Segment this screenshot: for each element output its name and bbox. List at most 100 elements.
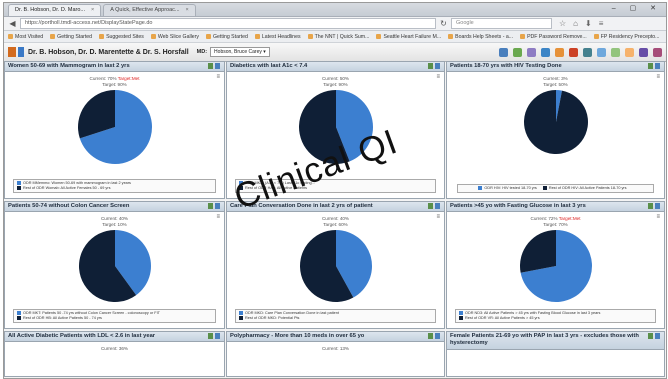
window-controls[interactable]: – ▢ ✕: [612, 4, 662, 12]
panel-controls[interactable]: [428, 333, 442, 339]
expand-icon[interactable]: [655, 63, 660, 69]
panel-title-text: Care Plan Conversation Done in last 2 yr…: [230, 203, 373, 209]
panel-controls[interactable]: [428, 203, 442, 209]
bookmark-item[interactable]: Seattle Heart Failure M...: [376, 34, 441, 40]
bookmark-item[interactable]: Boards Help Sheets - a...: [448, 34, 513, 40]
bookmark-label: FP Residency Precepto...: [600, 33, 660, 40]
toolbar-tool-icon[interactable]: [569, 47, 578, 57]
legend-swatch: [459, 316, 463, 320]
refresh-icon[interactable]: [648, 63, 653, 69]
refresh-icon[interactable]: [208, 203, 213, 209]
toolbar-tool-icon[interactable]: [597, 47, 606, 57]
legend-label: Rest of ODR HIV: All Active Patients 18-…: [548, 186, 627, 190]
bookmark-item[interactable]: PDF Password Remove...: [520, 34, 587, 40]
bookmark-item[interactable]: Getting Started: [206, 34, 248, 40]
panel-controls[interactable]: [648, 333, 662, 339]
panel-controls[interactable]: [648, 63, 662, 69]
refresh-icon[interactable]: [428, 333, 433, 339]
qi-panel: Polypharmacy - More than 10 meds in over…: [226, 331, 445, 377]
refresh-icon[interactable]: [428, 63, 433, 69]
expand-icon[interactable]: [215, 203, 220, 209]
menu-icon[interactable]: ≡: [599, 19, 604, 28]
toolbar-tool-icon[interactable]: [555, 47, 564, 57]
panel-stats: Current: 13%: [227, 346, 444, 352]
current-value: Current: 72%: [530, 216, 558, 221]
refresh-icon[interactable]: [428, 203, 433, 209]
tab-label: Dr. B. Hobson, Dr. D. Maro...: [15, 7, 85, 13]
close-icon[interactable]: ×: [91, 7, 94, 13]
reload-icon[interactable]: ↻: [439, 19, 448, 28]
panel-menu-icon[interactable]: ≡: [656, 74, 660, 80]
url-field[interactable]: https://portholl.tmdl-access.net/Display…: [20, 18, 436, 29]
refresh-icon[interactable]: [648, 333, 653, 339]
expand-icon[interactable]: [215, 333, 220, 339]
expand-icon[interactable]: [215, 63, 220, 69]
panel-controls[interactable]: [648, 203, 662, 209]
expand-icon[interactable]: [655, 333, 660, 339]
panel-title: Patients >45 yo with Fasting Glucose in …: [447, 202, 664, 212]
qi-panel: Patients >45 yo with Fasting Glucose in …: [446, 201, 665, 329]
toolbar-tool-icon[interactable]: [513, 47, 522, 57]
panel-title-text: Polypharmacy - More than 10 meds in over…: [230, 333, 365, 339]
toolbar-tool-icon[interactable]: [527, 47, 536, 57]
refresh-icon[interactable]: [208, 63, 213, 69]
qi-panel: Patients 18-70 yrs with HIV Testing Done…: [446, 61, 665, 199]
panel-controls[interactable]: [208, 203, 222, 209]
bookmark-item[interactable]: Getting Started: [50, 34, 92, 40]
panel-menu-icon[interactable]: ≡: [436, 74, 440, 80]
bookmark-item[interactable]: Most Visited: [8, 34, 43, 40]
back-icon[interactable]: ◀: [8, 19, 17, 28]
panel-controls[interactable]: [428, 63, 442, 69]
expand-icon[interactable]: [435, 203, 440, 209]
panel-menu-icon[interactable]: ≡: [656, 214, 660, 220]
expand-icon[interactable]: [655, 203, 660, 209]
panel-controls[interactable]: [208, 333, 222, 339]
target-goal: Target: 50%: [543, 81, 568, 87]
md-select[interactable]: Hobson, Bruce Carey ▾: [210, 47, 270, 57]
panel-menu-icon[interactable]: ≡: [216, 214, 220, 220]
toolbar-tool-icon[interactable]: [499, 47, 508, 57]
bookmark-item[interactable]: FP Residency Precepto...: [593, 33, 660, 40]
pie-chart: [519, 230, 592, 302]
panel-title: Patients 50-74 without Colon Cancer Scre…: [5, 202, 224, 212]
dashboard-grid: Women 50-69 with Mammogram in last 2 yrs…: [4, 61, 666, 378]
browser-tab-1[interactable]: Dr. B. Hobson, Dr. D. Maro... ×: [8, 4, 102, 16]
toolbar-tool-icon[interactable]: [541, 47, 550, 57]
download-icon[interactable]: ⬇: [585, 19, 592, 28]
bookmark-item[interactable]: Web Slice Gallery: [150, 34, 199, 40]
qi-panel: Women 50-69 with Mammogram in last 2 yrs…: [4, 61, 225, 199]
browser-tab-2[interactable]: A Quick, Effective Approac... ×: [103, 4, 196, 16]
legend-swatch: [17, 316, 21, 320]
panel-stats: Current: 36%: [5, 346, 224, 352]
toolbar-tool-icon[interactable]: [653, 47, 662, 57]
legend-label: ODR MKT: Patients 50 -74 yrs without Col…: [23, 311, 160, 315]
toolbar-tool-icon[interactable]: [625, 47, 634, 57]
panel-controls[interactable]: [208, 63, 222, 69]
bookmark-label: Latest Headlines: [261, 33, 301, 40]
bookmark-item[interactable]: Suggested Sites: [99, 34, 144, 40]
chart-legend: ODR MMemmo: Women 50-69 with mammogram i…: [13, 179, 216, 193]
expand-icon[interactable]: [435, 333, 440, 339]
bookmark-item[interactable]: The NNT | Quick Sum...: [307, 34, 369, 40]
star-icon[interactable]: ☆: [559, 19, 566, 28]
refresh-icon[interactable]: [648, 203, 653, 209]
home-icon[interactable]: ⌂: [573, 19, 578, 28]
app-toolbar-icons: [499, 47, 662, 57]
expand-icon[interactable]: [435, 63, 440, 69]
close-icon[interactable]: ×: [186, 7, 189, 13]
current-value: Current: 70%: [89, 76, 117, 81]
panel-menu-icon[interactable]: ≡: [436, 214, 440, 220]
legend-item: ODR HIV: HIV tested 18-70 yrs: [478, 186, 537, 190]
panel-menu-icon[interactable]: ≡: [216, 74, 220, 80]
toolbar-tool-icon[interactable]: [639, 47, 648, 57]
bookmark-item[interactable]: Latest Headlines: [254, 33, 301, 40]
pie-chart: [298, 90, 373, 164]
refresh-icon[interactable]: [208, 333, 213, 339]
bookmark-icon: [254, 34, 260, 39]
toolbar-tool-icon[interactable]: [611, 47, 620, 57]
toolbar-tool-icon[interactable]: [583, 47, 592, 57]
search-input[interactable]: Google: [451, 18, 552, 29]
md-select-value: Hobson, Bruce Carey: [214, 49, 262, 55]
legend-label: Rest of ODR Womab: All Active Females 50…: [23, 186, 111, 190]
legend-label: Rest of ODR HAL: All Active Patients: [245, 186, 308, 190]
